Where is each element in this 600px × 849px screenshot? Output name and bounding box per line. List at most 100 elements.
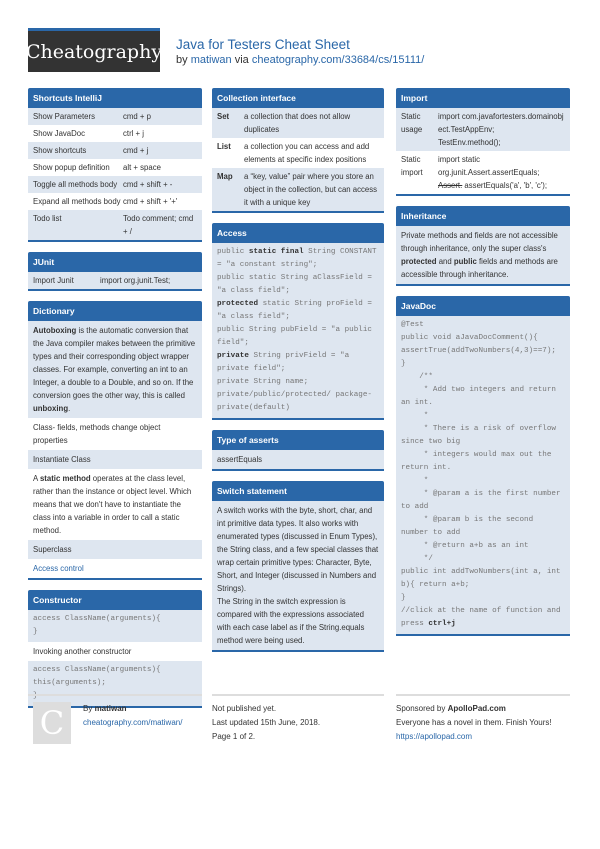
row-value: import static org.junit.Assert.assertEqu… <box>438 153 565 192</box>
table-row: List a collection you can access and add … <box>212 138 384 168</box>
shortcut-name: Expand all methods body <box>33 197 121 206</box>
assert-item: assertEquals <box>212 450 384 469</box>
text: A <box>33 474 40 483</box>
switch-paragraph: A switch works with the byte, short, cha… <box>212 501 384 595</box>
shortcut-name: Show popup definition <box>33 163 110 172</box>
code-text: private String name; <box>217 378 309 386</box>
column-3: Import Static usage import com.javafortes… <box>396 88 570 646</box>
row-label: Map <box>217 172 233 181</box>
cheatography-logo[interactable]: Cheatography <box>26 28 162 72</box>
shortcut-keys: Todo comment; cmd + / <box>123 214 194 236</box>
instantiate-class: Instantiate Class <box>28 450 202 469</box>
import-text: import static org.junit.Assert.assertEqu… <box>438 155 540 177</box>
section-header: Shortcuts IntelliJ <box>28 88 202 108</box>
shortcut-keys: cmd + shift + - <box>123 180 173 189</box>
section-header: Dictionary <box>28 301 202 321</box>
code-text: @Test public void aJavaDocComment(){ ass… <box>401 321 561 628</box>
code-text: public String pubField = "a public field… <box>217 326 377 347</box>
switch-paragraph: The String in the switch expression is c… <box>212 595 384 650</box>
table-row: Show JavaDoc ctrl + j <box>28 125 202 142</box>
page-number: Page 1 of 2. <box>212 732 256 741</box>
publish-status: Not published yet. <box>212 704 277 713</box>
via-label: via <box>234 54 249 66</box>
code-keyword: private <box>217 352 249 360</box>
code-text: private/public/protected/ package-privat… <box>217 391 372 412</box>
byline: by matiwan via cheatography.com/33684/cs… <box>176 54 424 66</box>
term: public <box>453 257 477 266</box>
text: and <box>436 257 454 266</box>
shortcut-keys: alt + space <box>123 163 161 172</box>
table-row: Todo list Todo comment; cmd + / <box>28 210 202 240</box>
term: static method <box>39 474 91 483</box>
class-definition: Class- fields, methods change object pro… <box>28 418 202 450</box>
table-row: Show shortcuts cmd + j <box>28 142 202 159</box>
code-text: public <box>217 248 249 256</box>
shortcut-name: Show Parameters <box>33 112 95 121</box>
shortcut-name: Toggle all methods body <box>33 180 118 189</box>
collection-section: Collection interface Set a collection tha… <box>212 88 384 213</box>
section-header: Type of asserts <box>212 430 384 450</box>
table-row: Static usage import com.javafortesters.do… <box>396 108 570 151</box>
junit-section: JUnit Import Junit import org.junit.Test; <box>28 252 202 291</box>
author-name[interactable]: matiwan <box>95 704 127 713</box>
dictionary-section: Dictionary Autoboxing is the automatic c… <box>28 301 202 580</box>
table-row: Toggle all methods body cmd + shift + - <box>28 176 202 193</box>
sponsored-label: Sponsored by <box>396 704 448 713</box>
code-keyword: ctrl+j <box>428 620 456 628</box>
text: operates at the class level, rather than… <box>33 474 192 535</box>
row-label: Import Junit <box>33 276 74 285</box>
sponsor-name: ApolloPad.com <box>447 704 506 713</box>
term: protected <box>401 257 437 266</box>
section-header: Inheritance <box>396 206 570 226</box>
row-value: import com.javafortesters.domainobject.T… <box>438 112 564 147</box>
shortcut-name: Show shortcuts <box>33 146 87 155</box>
section-header: Collection interface <box>212 88 384 108</box>
author-line: By matiwan <box>83 702 202 716</box>
shortcut-keys: cmd + shift + '+' <box>123 197 178 206</box>
footer-sponsor: Sponsored by ApolloPad.com Everyone has … <box>396 694 570 744</box>
row-label: List <box>217 142 231 151</box>
shortcut-keys: ctrl + j <box>123 129 145 138</box>
page-title: Java for Testers Cheat Sheet <box>176 37 350 52</box>
section-header: Constructor <box>28 590 202 610</box>
superclass: Superclass <box>28 540 202 559</box>
code-block: access ClassName(arguments){ } <box>28 610 202 642</box>
column-1: Shortcuts IntelliJ Show Parameters cmd + … <box>28 88 202 718</box>
asserts-section: Type of asserts assertEquals <box>212 430 384 471</box>
term: unboxing <box>33 404 69 413</box>
text: . <box>68 404 71 413</box>
row-label: Set <box>217 112 230 121</box>
code-keyword: protected <box>217 300 259 308</box>
row-label: Static import <box>401 155 423 177</box>
footer-status: Not published yet. Last updated 15th Jun… <box>212 694 384 744</box>
code-text: public static String aClassField = "a cl… <box>217 274 377 295</box>
row-value: import org.junit.Test; <box>100 276 171 285</box>
text: is the automatic conversion that the Jav… <box>33 326 196 400</box>
static-method-definition: A static method operates at the class le… <box>28 469 202 540</box>
shortcut-keys: cmd + j <box>123 146 149 155</box>
import-section: Import Static usage import com.javafortes… <box>396 88 570 196</box>
author-link[interactable]: matiwan <box>191 54 232 66</box>
by-label: by <box>176 54 188 66</box>
term: Autoboxing <box>33 326 77 335</box>
javadoc-section: JavaDoc @Test public void aJavaDocCommen… <box>396 296 570 636</box>
sponsor-link[interactable]: https://apollopad.com <box>396 732 472 741</box>
import-text: assertEquals('a', 'b', 'c'); <box>462 181 548 190</box>
inheritance-text: Private methods and fields are not acces… <box>396 226 570 284</box>
link-text[interactable]: Access control <box>33 564 84 573</box>
autoboxing-definition: Autoboxing is the automatic conversion t… <box>28 321 202 418</box>
code-block: public static final String CONSTANT = "a… <box>212 243 384 418</box>
author-profile-link[interactable]: cheatography.com/matiwan/ <box>83 718 182 727</box>
table-row: Expand all methods body cmd + shift + '+' <box>28 193 202 210</box>
table-row: Show popup definition alt + space <box>28 159 202 176</box>
by-label: By <box>83 704 95 713</box>
row-value: a collection that does not allow duplica… <box>244 112 351 134</box>
access-control-link[interactable]: Access control <box>28 559 202 578</box>
sheet-url-link[interactable]: cheatography.com/33684/cs/15111/ <box>252 54 424 66</box>
table-row: Map a “key, value” pair where you store a… <box>212 168 384 211</box>
section-header: JavaDoc <box>396 296 570 316</box>
row-label: Static usage <box>401 112 423 134</box>
switch-section: Switch statement A switch works with the… <box>212 481 384 652</box>
last-updated: Last updated 15th June, 2018. <box>212 718 321 727</box>
section-header: JUnit <box>28 252 202 272</box>
